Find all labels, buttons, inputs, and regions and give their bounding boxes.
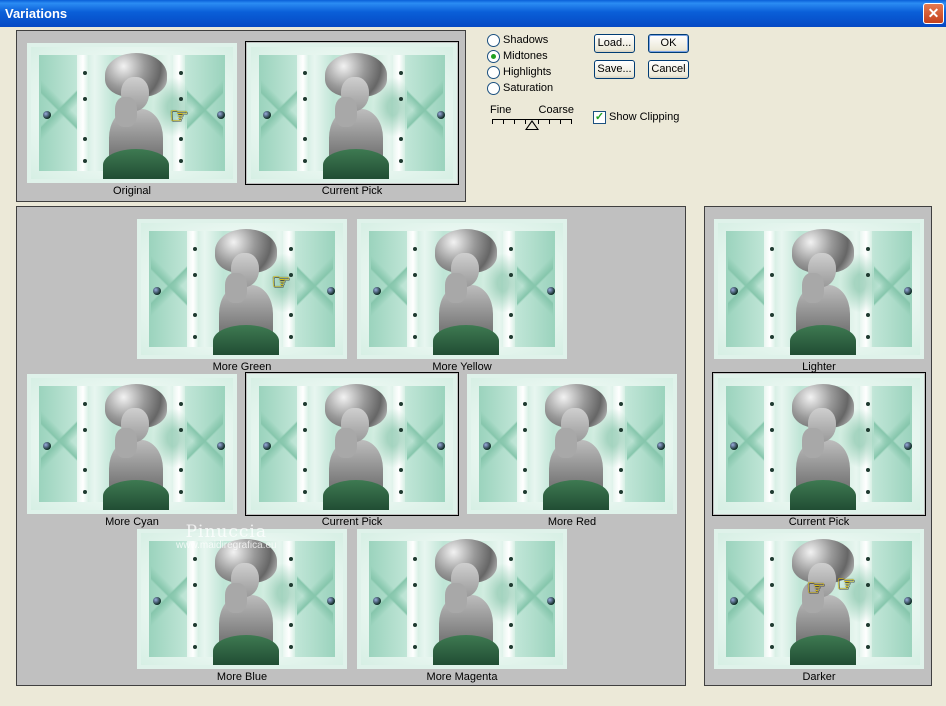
thumb-more-magenta-label: More Magenta: [426, 671, 498, 683]
radio-circle-selected-icon: [487, 50, 500, 63]
radio-circle-icon: [487, 34, 500, 47]
title-bar: Variations ✕: [0, 0, 946, 27]
color-variations-panel: More Green ☞ More Yellow More Cyan Curre…: [16, 206, 686, 686]
ok-button[interactable]: OK: [648, 34, 689, 53]
radio-circle-icon: [487, 66, 500, 79]
thumb-more-yellow[interactable]: More Yellow: [357, 219, 567, 373]
thumb-more-red[interactable]: More Red: [467, 374, 677, 528]
thumb-darker-label: Darker: [802, 671, 836, 683]
fine-coarse-slider[interactable]: Fine Coarse: [490, 104, 574, 132]
radio-midtones[interactable]: Midtones: [487, 49, 548, 64]
thumb-darker[interactable]: Darker ☞ ☞: [714, 529, 924, 683]
slider-thumb[interactable]: [525, 120, 539, 130]
window-title: Variations: [5, 6, 68, 21]
hand-pointer-icon: ☞: [271, 269, 291, 294]
thumb-more-magenta[interactable]: More Magenta: [357, 529, 567, 683]
original-panel: Original ☞ Current Pick: [16, 30, 466, 202]
thumb-current-pick-top[interactable]: Current Pick: [245, 41, 459, 197]
thumb-more-green[interactable]: More Green ☞: [137, 219, 347, 373]
hand-pointer-icon: ☞: [836, 571, 856, 596]
brightness-panel: Lighter Current Pick Darker ☞ ☞: [704, 206, 932, 686]
thumb-more-red-label: More Red: [547, 516, 597, 528]
thumb-current-pick-right[interactable]: Current Pick: [712, 372, 926, 528]
hand-pointer-icon: ☞: [169, 103, 189, 128]
radio-circle-icon: [487, 82, 500, 95]
radio-highlights[interactable]: Highlights: [487, 65, 551, 80]
thumb-current-pick-center[interactable]: Current Pick: [245, 372, 459, 528]
watermark-name: Pinuccia: [185, 522, 267, 542]
show-clipping-checkbox[interactable]: ✓ Show Clipping: [593, 110, 679, 124]
watermark-url: www.maidiregrafica.eu: [176, 540, 277, 551]
save-button[interactable]: Save...: [594, 60, 635, 79]
radio-saturation[interactable]: Saturation: [487, 81, 553, 96]
show-clipping-label: Show Clipping: [609, 111, 680, 123]
thumb-lighter[interactable]: Lighter: [714, 219, 924, 373]
cancel-button[interactable]: Cancel: [648, 60, 689, 79]
slider-fine-label: Fine: [490, 104, 512, 116]
thumb-more-cyan[interactable]: More Cyan: [27, 374, 237, 528]
thumb-more-blue-label: More Blue: [216, 671, 268, 683]
thumb-current-pick-right-label: Current Pick: [788, 516, 850, 528]
thumb-more-green-label: More Green: [212, 361, 272, 373]
close-icon[interactable]: ✕: [923, 3, 944, 24]
slider-coarse-label: Coarse: [538, 104, 574, 116]
watermark: Pinuccia www.maidiregrafica.eu: [176, 522, 277, 551]
thumb-lighter-label: Lighter: [802, 361, 836, 373]
thumb-more-yellow-label: More Yellow: [432, 361, 492, 373]
load-button[interactable]: Load...: [594, 34, 635, 53]
checkbox-checked-icon: ✓: [593, 111, 606, 124]
thumb-original-label: Original: [113, 185, 151, 197]
hand-pointer-icon: ☞: [806, 575, 826, 600]
thumb-original[interactable]: Original ☞: [27, 43, 237, 197]
radio-shadows[interactable]: Shadows: [487, 33, 548, 48]
thumb-current-pick-top-label: Current Pick: [321, 185, 383, 197]
